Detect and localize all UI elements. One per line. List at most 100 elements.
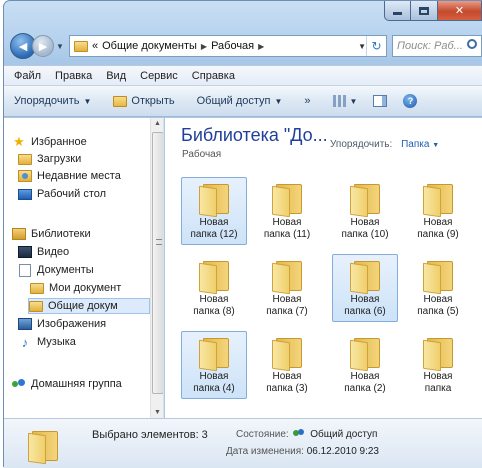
breadcrumb-overflow[interactable]: «	[92, 40, 98, 52]
folder-icon	[421, 336, 455, 372]
folder-item[interactable]: Новая папка (9)	[405, 177, 471, 245]
help-button[interactable]: ?	[403, 94, 418, 108]
menu-edit[interactable]: Правка	[55, 70, 92, 82]
scrollbar-thumb[interactable]	[152, 132, 163, 394]
sidebar-item-documents[interactable]: Документы	[18, 262, 94, 278]
selected-count: Выбрано элементов: 3	[92, 429, 208, 441]
library-icon	[12, 228, 26, 240]
sidebar-item-libraries[interactable]: Библиотеки	[12, 226, 91, 242]
share-users-icon	[293, 429, 305, 439]
view-icon	[332, 95, 347, 107]
sidebar-item-music[interactable]: ♪ Музыка	[18, 334, 76, 350]
arrange-label: Упорядочить:	[330, 139, 393, 150]
maximize-button[interactable]	[411, 1, 438, 21]
menu-file[interactable]: Файл	[14, 70, 41, 82]
address-bar[interactable]: « Общие документы ▶ Рабочая ▶ ▼ ↻	[69, 35, 387, 57]
folder-item[interactable]: Новая папка (2)	[332, 331, 398, 399]
folder-label-line2: папка (8)	[193, 306, 235, 317]
arrow-right-icon: ►	[36, 38, 50, 54]
folder-label: Новая папка (3)	[266, 371, 308, 395]
open-label: Открыть	[131, 95, 175, 107]
scroll-up-icon[interactable]: ▲	[154, 120, 161, 127]
help-icon: ?	[403, 94, 418, 108]
search-input[interactable]: Поиск: Раб...	[392, 35, 482, 57]
folder-item[interactable]: Новая папка (10)	[332, 177, 398, 245]
address-dropdown[interactable]: ▼	[358, 42, 366, 51]
sidebar-item-desktop[interactable]: Рабочий стол	[18, 186, 106, 202]
sidebar-item-label: Избранное	[31, 136, 87, 148]
share-button[interactable]: Общий доступ ▼	[197, 95, 283, 107]
folder-label: Новая папка (9)	[417, 217, 459, 241]
folder-icon	[197, 182, 231, 218]
chevron-right-icon[interactable]: ▶	[201, 42, 207, 51]
organize-button[interactable]: Упорядочить ▼	[14, 95, 91, 107]
details-pane: Выбрано элементов: 3 Состояние: Общий до…	[4, 418, 482, 468]
organize-label: Упорядочить	[14, 95, 80, 107]
menu-help[interactable]: Справка	[192, 70, 235, 82]
folder-item[interactable]: Новая папка (5)	[405, 254, 471, 322]
folder-item[interactable]: Новая папка (7)	[254, 254, 320, 322]
folder-label-line1: Новая	[350, 294, 380, 305]
folder-label: Новая папка (4)	[193, 371, 235, 395]
folder-item[interactable]: Новая папка (11)	[254, 177, 320, 245]
folder-item[interactable]: Новая папка	[405, 331, 471, 399]
menu-tools[interactable]: Сервис	[140, 70, 178, 82]
sidebar-item-video[interactable]: Видео	[18, 244, 69, 260]
menu-view[interactable]: Вид	[106, 70, 126, 82]
folder-icon	[421, 182, 455, 218]
sidebar-item-label: Рабочий стол	[37, 188, 107, 200]
sidebar-item-recent[interactable]: Недавние места	[18, 168, 121, 184]
sidebar-item-label: Библиотеки	[31, 228, 91, 240]
close-button[interactable]: ✕	[438, 1, 482, 21]
recent-pages-dropdown[interactable]: ▼	[56, 42, 64, 51]
breadcrumb-shared-documents[interactable]: Общие документы	[102, 40, 197, 52]
arrange-dropdown[interactable]: Папка	[401, 139, 429, 150]
folder-item[interactable]: Новая папка (4)	[181, 331, 247, 399]
open-button[interactable]: Открыть	[113, 95, 175, 107]
search-icon[interactable]	[467, 39, 477, 49]
downloads-folder-icon	[18, 153, 32, 165]
minimize-button[interactable]	[384, 1, 411, 21]
folder-label-line2: папка (3)	[266, 383, 308, 394]
sidebar-item-downloads[interactable]: Загрузки	[18, 151, 81, 167]
search-placeholder: Поиск: Раб...	[397, 40, 463, 52]
folder-item[interactable]: Новая папка (12)	[181, 177, 247, 245]
menu-bar: Файл Правка Вид Сервис Справка	[4, 65, 482, 85]
forward-button[interactable]: ►	[32, 35, 54, 57]
navigation-pane: ★ Избранное Загрузки Недавние места Рабо…	[4, 118, 164, 418]
chevron-down-icon[interactable]: ▼	[432, 142, 439, 149]
folder-item[interactable]: Новая папка (3)	[254, 331, 320, 399]
folder-label-line2: папка (9)	[417, 229, 459, 240]
chevron-right-icon[interactable]: ▶	[258, 42, 264, 51]
minimize-icon	[393, 12, 402, 15]
navigation-bar: ◄ ► ▼ « Общие документы ▶ Рабочая ▶ ▼ ↻ …	[4, 31, 482, 65]
folder-label-line1: Новая	[350, 217, 380, 228]
navigation-scrollbar[interactable]: ▲ ▼	[150, 118, 163, 418]
refresh-icon[interactable]: ↻	[366, 36, 386, 56]
folder-label-line1: Новая	[272, 371, 302, 382]
sidebar-item-homegroup[interactable]: Домашняя группа	[12, 376, 122, 392]
library-subtitle: Рабочая	[182, 149, 222, 160]
scroll-down-icon[interactable]: ▼	[154, 409, 161, 416]
close-icon: ✕	[454, 5, 465, 17]
folder-item[interactable]: Новая папка (8)	[181, 254, 247, 322]
sidebar-item-favorites[interactable]: ★ Избранное	[12, 134, 87, 150]
folder-item[interactable]: Новая папка (6)	[332, 254, 398, 322]
folder-icon	[197, 259, 231, 295]
sidebar-item-shared-documents[interactable]: Общие докум	[28, 298, 150, 314]
folder-label-line2: папка (10)	[341, 229, 389, 240]
folder-label: Новая папка (8)	[193, 294, 235, 318]
folder-icon	[348, 336, 382, 372]
change-view-button[interactable]: ▼	[332, 95, 357, 107]
folder-label-line1: Новая	[423, 294, 453, 305]
grip-icon	[156, 239, 162, 245]
file-list: Библиотека "До... Рабочая Упорядочить: П…	[165, 118, 482, 418]
folder-label: Новая папка (2)	[344, 371, 386, 395]
breadcrumb-work[interactable]: Рабочая	[211, 40, 254, 52]
modified-date: Дата изменения: 06.12.2010 9:23	[226, 446, 379, 457]
sidebar-item-my-documents[interactable]: Мои документ	[30, 280, 121, 296]
preview-pane-button[interactable]	[373, 95, 388, 107]
more-commands-button[interactable]: »	[304, 95, 310, 107]
sidebar-item-images[interactable]: Изображения	[18, 316, 106, 332]
more-label: »	[304, 95, 311, 107]
